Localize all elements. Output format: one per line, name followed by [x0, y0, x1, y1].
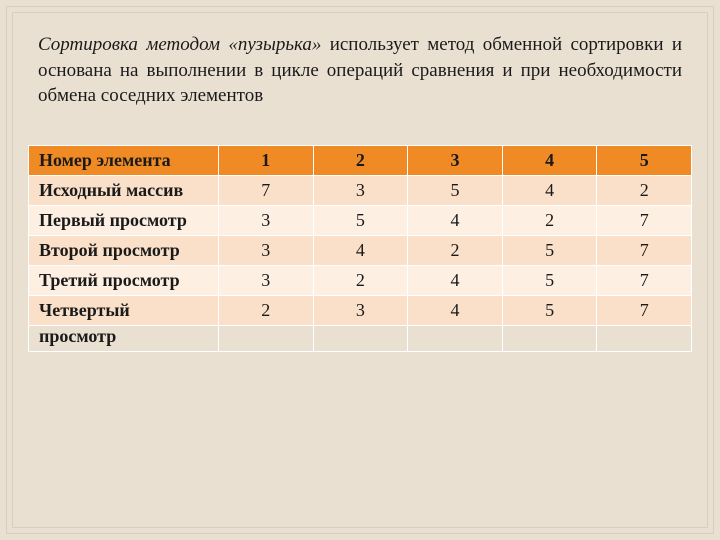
cell: 4 [313, 235, 408, 265]
col-header: 4 [502, 145, 597, 175]
cell: 5 [502, 235, 597, 265]
cell: 7 [597, 295, 692, 325]
row-label: Третий просмотр [29, 265, 219, 295]
cell: 5 [502, 295, 597, 325]
col-header: 1 [219, 145, 314, 175]
cell: 7 [597, 205, 692, 235]
table-row: Исходный массив 7 3 5 4 2 [29, 175, 692, 205]
row-label-trailing: просмотр [29, 325, 219, 351]
cell: 4 [408, 205, 503, 235]
cell: 3 [313, 175, 408, 205]
row-label: Первый просмотр [29, 205, 219, 235]
table-row: Третий просмотр 3 2 4 5 7 [29, 265, 692, 295]
cell: 2 [597, 175, 692, 205]
cell: 3 [219, 265, 314, 295]
bubble-sort-table: Номер элемента 1 2 3 4 5 Исходный массив… [28, 145, 692, 352]
cell: 2 [313, 265, 408, 295]
cell: 5 [313, 205, 408, 235]
table-row: Первый просмотр 3 5 4 2 7 [29, 205, 692, 235]
col-header: 5 [597, 145, 692, 175]
header-label: Номер элемента [29, 145, 219, 175]
table-row-trailing: просмотр [29, 325, 692, 351]
cell: 3 [219, 235, 314, 265]
cell: 4 [408, 265, 503, 295]
cell: 5 [502, 265, 597, 295]
description-paragraph: Сортировка методом «пузырька» использует… [38, 32, 682, 109]
cell: 7 [597, 265, 692, 295]
cell: 2 [219, 295, 314, 325]
row-label: Второй просмотр [29, 235, 219, 265]
cell: 3 [313, 295, 408, 325]
cell: 5 [408, 175, 503, 205]
cell: 3 [219, 205, 314, 235]
col-header: 2 [313, 145, 408, 175]
cell: 2 [502, 205, 597, 235]
description-lead: Сортировка методом «пузырька» [38, 34, 321, 55]
cell: 7 [597, 235, 692, 265]
cell: 7 [219, 175, 314, 205]
cell: 4 [408, 295, 503, 325]
table-row: Четвертый 2 3 4 5 7 [29, 295, 692, 325]
row-label: Четвертый [29, 295, 219, 325]
table-row: Второй просмотр 3 4 2 5 7 [29, 235, 692, 265]
cell: 2 [408, 235, 503, 265]
col-header: 3 [408, 145, 503, 175]
table-header-row: Номер элемента 1 2 3 4 5 [29, 145, 692, 175]
row-label: Исходный массив [29, 175, 219, 205]
cell: 4 [502, 175, 597, 205]
